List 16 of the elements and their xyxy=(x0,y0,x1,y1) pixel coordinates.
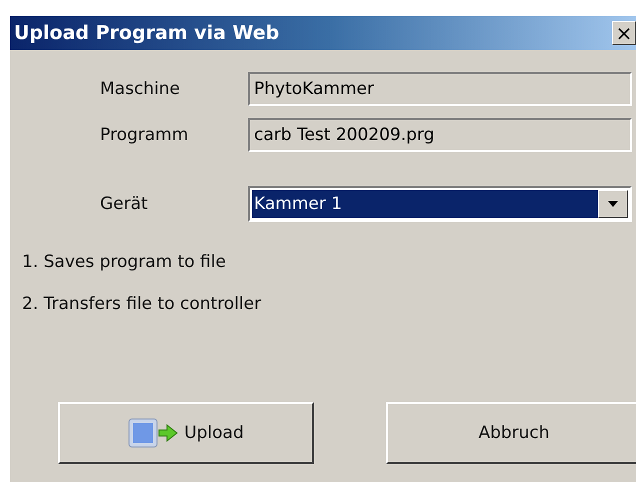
window-title: Upload Program via Web xyxy=(14,22,280,44)
device-dropdown[interactable]: Kammer 1 xyxy=(248,186,632,222)
instruction-text: 2. Transfers file to controller xyxy=(21,294,262,314)
read-only-field[interactable]: PhytoKammer xyxy=(248,72,632,106)
instruction-text: 1. Saves program to file xyxy=(21,252,226,272)
cancel-button[interactable]: Abbruch xyxy=(386,402,636,464)
window-arrow-icon xyxy=(128,418,178,448)
field-label: Gerät xyxy=(99,194,149,214)
dropdown-value: Kammer 1 xyxy=(252,190,598,218)
field-label: Maschine xyxy=(99,79,182,99)
read-only-field[interactable]: carb Test 200209.prg xyxy=(248,118,632,152)
field-label: Programm xyxy=(99,125,190,145)
caret-icon xyxy=(608,201,618,207)
dropdown-arrow-button[interactable] xyxy=(598,190,628,218)
upload-button[interactable]: Upload xyxy=(58,402,314,464)
close-button[interactable]: × xyxy=(612,21,636,45)
